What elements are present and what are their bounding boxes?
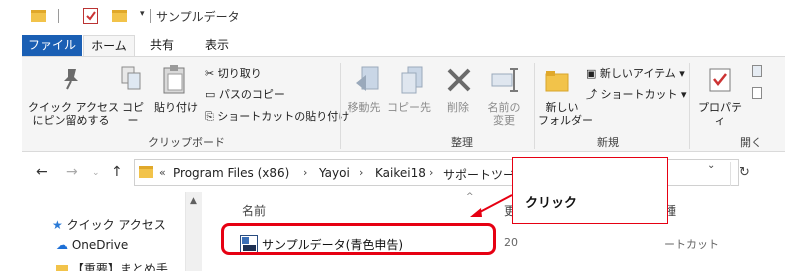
callout-arrow [470,194,513,217]
